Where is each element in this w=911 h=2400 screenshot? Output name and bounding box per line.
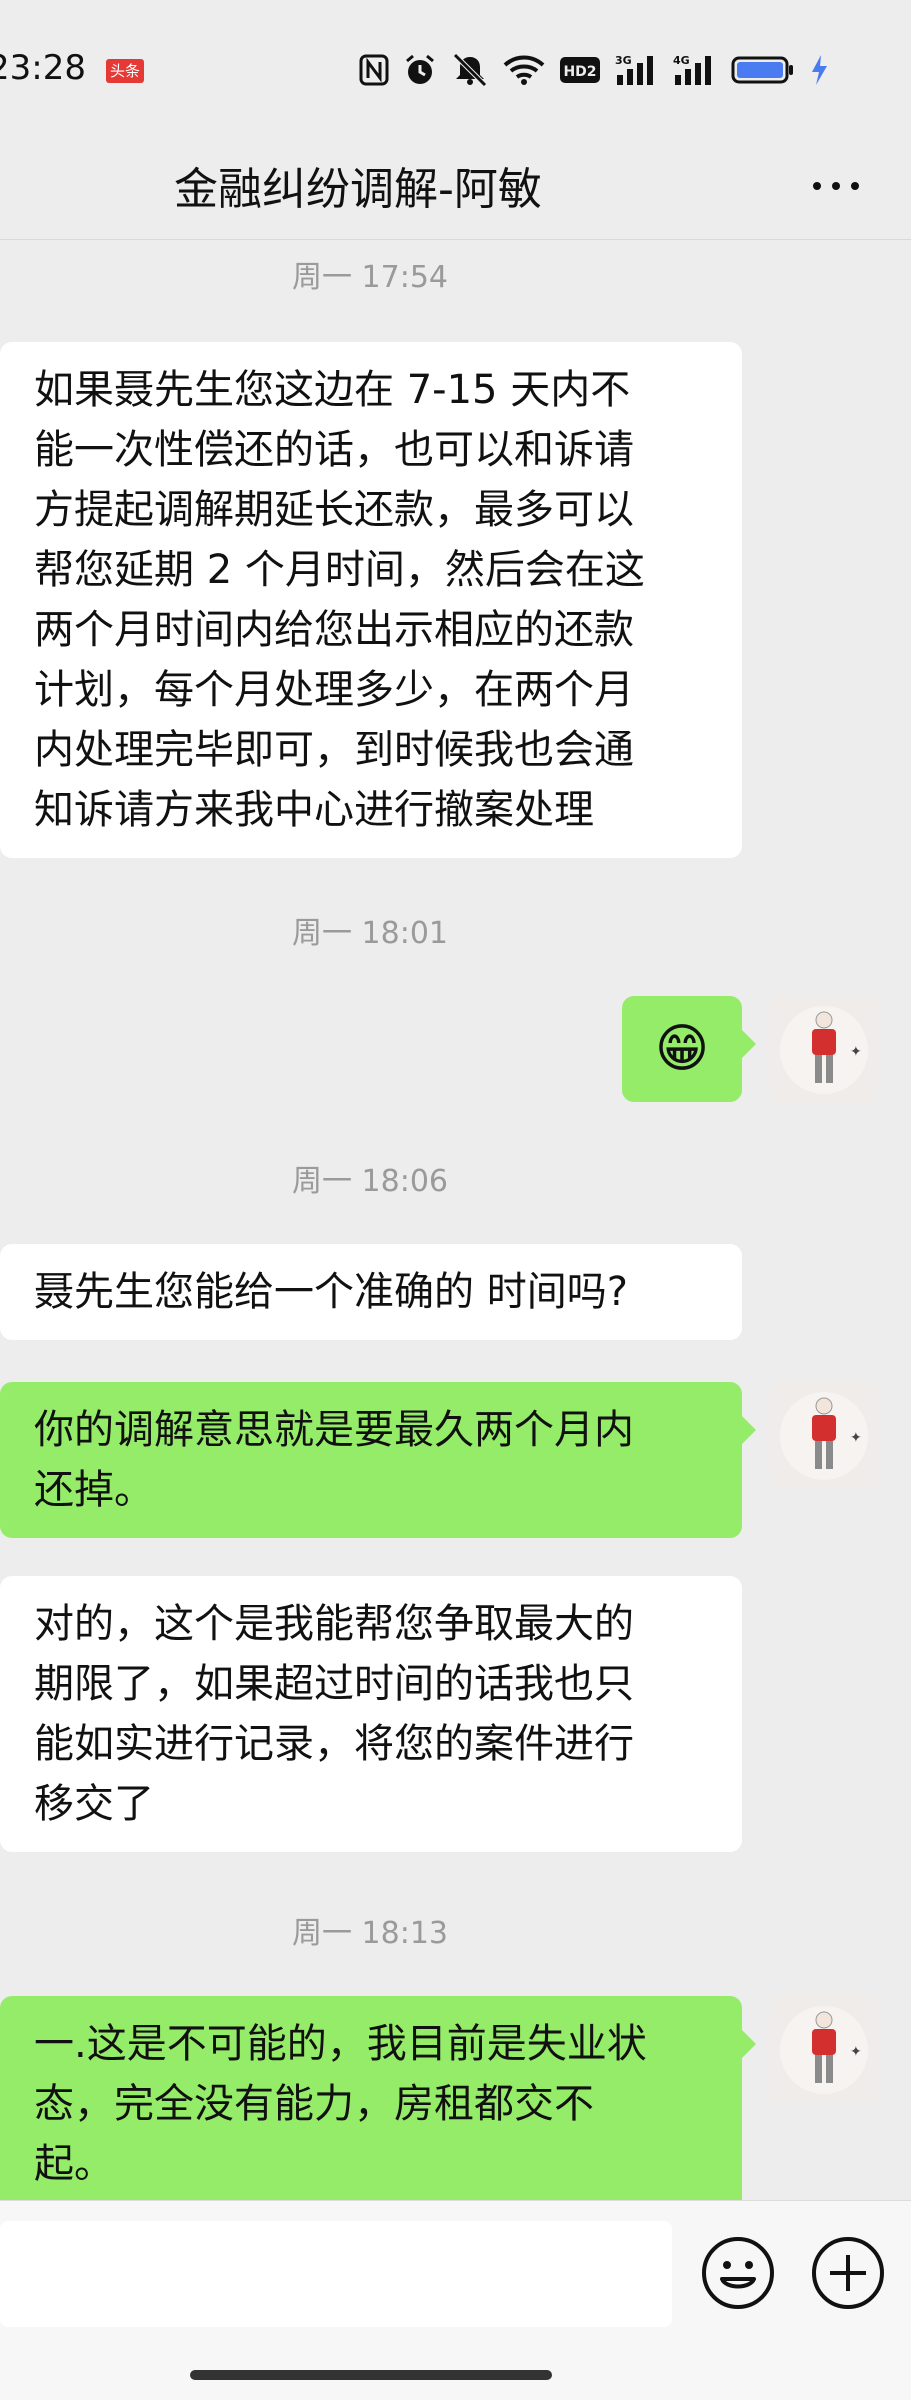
nfc-icon: [359, 54, 389, 86]
timestamp: 周一 18:13: [292, 1916, 448, 1951]
message-line: 移交了: [34, 1781, 154, 1827]
charging-icon: [812, 55, 827, 85]
battery-icon: [731, 56, 793, 84]
grin-emoji: 😁: [654, 1019, 710, 1079]
message-line: 起。: [34, 2141, 114, 2187]
hd-icon: HD2: [560, 57, 600, 83]
signal-icon: 3G: [615, 54, 653, 85]
toutiao-badge: 头条: [106, 59, 144, 83]
avatar[interactable]: ✦: [770, 1996, 878, 2104]
message-line: 内处理完毕即可，到时候我也会通: [34, 727, 634, 773]
wifi-icon: [503, 55, 545, 85]
signal-icon: 4G: [673, 54, 711, 85]
message-line: 你的调解意思就是要最久两个月内: [34, 1407, 634, 1453]
avatar[interactable]: ✦: [770, 996, 878, 1104]
more-icon[interactable]: [813, 182, 859, 190]
alarm-icon: [406, 54, 434, 84]
chat-title: 金融纠纷调解-阿敏: [174, 164, 542, 215]
timestamp: 周一 18:06: [292, 1164, 448, 1199]
svg-text:HD2: HD2: [563, 64, 596, 80]
message-line: 方提起调解期延长还款，最多可以: [34, 487, 634, 533]
message-input[interactable]: [0, 2221, 672, 2327]
svg-text:✦: ✦: [850, 1044, 862, 1060]
home-indicator[interactable]: [190, 2370, 552, 2380]
message-line: 态，完全没有能力，房租都交不: [34, 2081, 594, 2127]
message-line: 期限了，如果超过时间的话我也只: [34, 1661, 634, 1707]
message-line: 如果聂先生您这边在 7-15 天内不: [34, 367, 631, 413]
message-line: 能一次性偿还的话，也可以和诉请: [34, 427, 634, 473]
avatar[interactable]: ✦: [770, 1382, 878, 1490]
avatar-figure: ✦: [780, 1392, 868, 1480]
outgoing-message-bubble[interactable]: 一.这是不可能的，我目前是失业状 态，完全没有能力，房租都交不 起。: [0, 1996, 756, 2200]
message-line: 计划，每个月处理多少，在两个月: [34, 667, 634, 713]
svg-text:✦: ✦: [850, 2044, 862, 2060]
emoji-icon[interactable]: [700, 2235, 776, 2311]
status-time: 23:28: [0, 48, 86, 88]
plus-icon[interactable]: [810, 2235, 886, 2311]
message-line: 对的，这个是我能帮您争取最大的: [34, 1601, 634, 1647]
navigation-area: [0, 2330, 911, 2400]
incoming-message-bubble[interactable]: 如果聂先生您这边在 7-15 天内不 能一次性偿还的话，也可以和诉请 方提起调解…: [0, 342, 742, 858]
avatar-figure: ✦: [780, 1006, 868, 1094]
incoming-message-bubble[interactable]: 对的，这个是我能帮您争取最大的 期限了，如果超过时间的话我也只 能如实进行记录，…: [0, 1576, 742, 1852]
status-bar: 23:28 头条 HD2 3G 4G: [0, 0, 911, 140]
message-line: 帮您延期 2 个月时间，然后会在这: [34, 547, 645, 593]
message-line: 还掉。: [34, 1467, 154, 1513]
svg-text:✦: ✦: [850, 1430, 862, 1446]
chat-area[interactable]: 周一 17:54 如果聂先生您这边在 7-15 天内不 能一次性偿还的话，也可以…: [0, 240, 911, 2200]
chat-header: 金融纠纷调解-阿敏: [0, 140, 911, 240]
message-line: 聂先生您能给一个准确的 时间吗?: [34, 1269, 628, 1315]
outgoing-message-bubble[interactable]: 你的调解意思就是要最久两个月内 还掉。: [0, 1382, 756, 1538]
svg-text:4G: 4G: [673, 54, 690, 67]
timestamp: 周一 17:54: [292, 260, 448, 295]
svg-text:3G: 3G: [615, 54, 632, 67]
message-line: 知诉请方来我中心进行撤案处理: [34, 787, 594, 833]
message-line: 能如实进行记录，将您的案件进行: [34, 1721, 634, 1767]
incoming-message-bubble[interactable]: 聂先生您能给一个准确的 时间吗?: [0, 1244, 742, 1340]
message-line: 一.这是不可能的，我目前是失业状: [34, 2021, 647, 2067]
avatar-figure: ✦: [780, 2006, 868, 2094]
outgoing-emoji-bubble[interactable]: 😁: [622, 996, 756, 1102]
timestamp: 周一 18:01: [292, 916, 448, 951]
mute-icon: [453, 53, 487, 87]
status-icons: HD2 3G 4G: [359, 50, 829, 90]
message-line: 两个月时间内给您出示相应的还款: [34, 607, 634, 653]
input-bar: [0, 2200, 911, 2330]
